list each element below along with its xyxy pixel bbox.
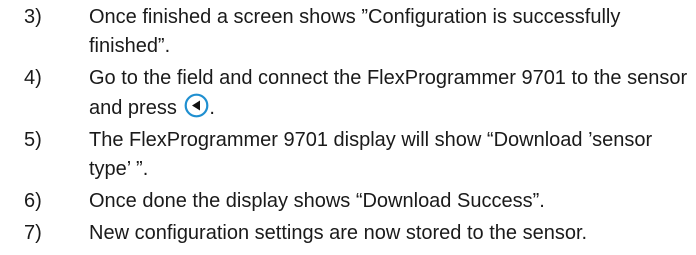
step-number: 7) [24,222,42,244]
step-text: Once done the display shows “Download Su… [89,190,545,212]
step-number: 3) [24,6,42,28]
step-number: 6) [24,190,42,212]
instruction-list: 3) Once finished a screen shows ”Configu… [24,3,692,251]
step-text: Go to the field and connect the FlexProg… [89,64,689,123]
step-number: 4) [24,67,42,89]
list-item: 6) Once done the display shows “Download… [24,187,692,216]
step-text-after-icon: . [209,97,215,119]
step-text: Once finished a screen shows ”Configurat… [89,6,621,57]
step-number: 5) [24,129,42,151]
step-text: New configuration settings are now store… [89,222,588,244]
step-text-before-icon: Go to the field and connect the FlexProg… [89,67,688,119]
list-item: 4) Go to the field and connect the FlexP… [24,64,692,123]
left-arrow-key-icon [184,93,209,118]
list-item: 7) New configuration settings are now st… [24,219,692,248]
step-text: The FlexProgrammer 9701 display will sho… [89,129,653,180]
list-item: 5) The FlexProgrammer 9701 display will … [24,126,692,184]
list-item: 3) Once finished a screen shows ”Configu… [24,3,692,61]
